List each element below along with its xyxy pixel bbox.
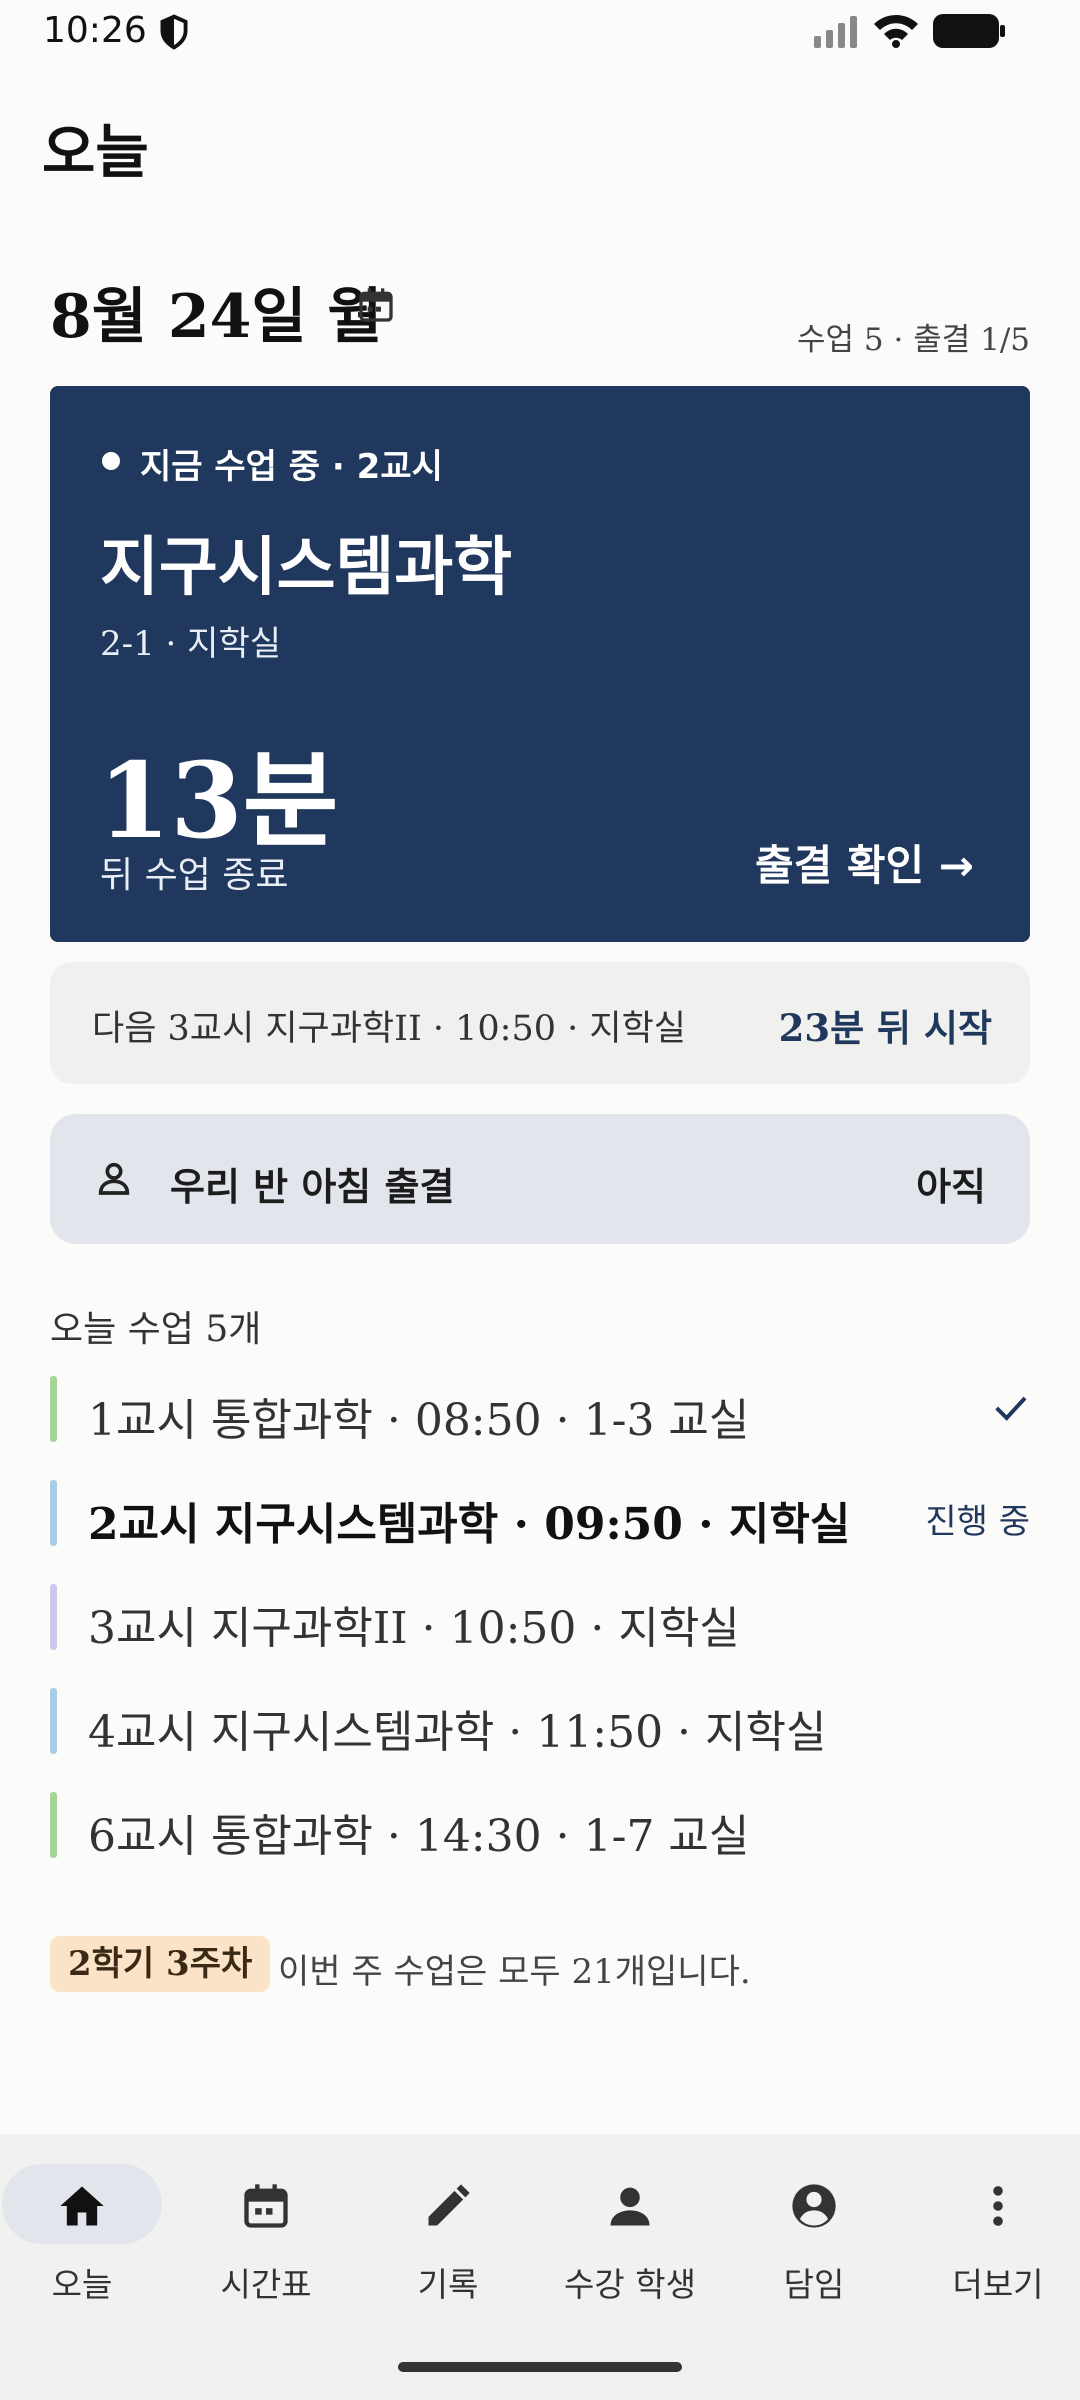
remaining-label: 뒤 수업 종료	[100, 855, 289, 896]
status-time: 10:26	[43, 10, 147, 51]
wifi-icon	[874, 15, 918, 48]
person-icon	[610, 2187, 650, 2226]
schedule-row[interactable]: 4교시 지구시스템과학 · 11:50 · 지학실	[50, 1688, 1030, 1758]
schedule-row[interactable]: 3교시 지구과학II · 10:50 · 지학실	[50, 1584, 1030, 1654]
nav-item-records[interactable]: 기록	[358, 2134, 538, 2334]
nav-item-students[interactable]: 수강 학생	[540, 2134, 720, 2334]
live-dot-icon	[102, 452, 120, 470]
current-class-name: 지구시스템과학	[100, 531, 513, 605]
schedule-row[interactable]: 6교시 통합과학 · 14:30 · 1-7 교실	[50, 1792, 1030, 1862]
nav-item-more[interactable]: 더보기	[908, 2134, 1080, 2334]
bottom-navigation: 오늘 시간표 기록 수강 학생 담임 더보기	[0, 2134, 1080, 2400]
homeroom-status: 아직	[916, 1165, 986, 1209]
period-text: 2교시 지구시스템과학 · 09:50 · 지학실	[88, 1499, 851, 1550]
nav-label: 기록	[417, 2265, 479, 2304]
schedule-row-current[interactable]: 2교시 지구시스템과학 · 09:50 · 지학실 진행 중	[50, 1480, 1030, 1550]
semester-week-badge: 2학기 3주차	[50, 1936, 271, 1992]
nav-label: 담임	[783, 2265, 845, 2304]
in-progress-label: 진행 중	[925, 1502, 1030, 1542]
period-text: 4교시 지구시스템과학 · 11:50 · 지학실	[88, 1707, 827, 1758]
nav-label: 더보기	[952, 2265, 1044, 2304]
week-summary: 이번 주 수업은 모두 21개입니다.	[278, 1952, 751, 1992]
attendance-check-link[interactable]: 출결 확인 →	[755, 832, 974, 893]
pencil-icon	[428, 2184, 470, 2226]
home-indicator[interactable]	[398, 2362, 682, 2372]
person-outline-icon	[98, 1162, 130, 1195]
period-color-bar	[50, 1376, 57, 1442]
period-color-bar	[50, 1688, 57, 1754]
current-class-card[interactable]: 지금 수업 중 · 2교시 지구시스템과학 2-1 · 지학실 13분 뒤 수업…	[50, 386, 1030, 942]
battery-icon	[933, 14, 1005, 48]
calendar-icon	[244, 2184, 288, 2228]
period-color-bar	[50, 1480, 57, 1546]
homeroom-label: 우리 반 아침 출결	[170, 1165, 455, 1209]
current-class-room: 2-1 · 지학실	[100, 624, 282, 664]
period-color-bar	[50, 1584, 57, 1650]
nav-label: 수강 학생	[564, 2265, 696, 2304]
check-icon	[995, 1396, 1027, 1421]
home-icon	[60, 2186, 104, 2226]
next-class-bar[interactable]: 다음 3교시 지구과학II · 10:50 · 지학실 23분 뒤 시작	[50, 962, 1030, 1084]
current-status: 지금 수업 중 · 2교시	[140, 447, 443, 487]
nav-item-timetable[interactable]: 시간표	[176, 2134, 356, 2334]
period-text: 1교시 통합과학 · 08:50 · 1-3 교실	[88, 1395, 750, 1446]
period-color-bar	[50, 1792, 57, 1858]
next-class-start: 23분 뒤 시작	[778, 1006, 992, 1050]
schedule-row[interactable]: 1교시 통합과학 · 08:50 · 1-3 교실	[50, 1376, 1030, 1446]
nav-item-today[interactable]: 오늘	[0, 2134, 172, 2334]
period-text: 6교시 통합과학 · 14:30 · 1-7 교실	[88, 1811, 750, 1862]
more-vertical-icon	[993, 2186, 1003, 2226]
nav-item-homeroom[interactable]: 담임	[724, 2134, 904, 2334]
date-summary: 수업 5 · 출결 1/5	[797, 322, 1030, 358]
page-title: 오늘	[42, 118, 149, 186]
signal-icon	[814, 16, 857, 48]
homeroom-attendance-bar[interactable]: 우리 반 아침 출결 아직	[50, 1114, 1030, 1244]
next-class-text: 다음 3교시 지구과학II · 10:50 · 지학실	[92, 1009, 686, 1049]
shield-icon	[160, 14, 188, 50]
remaining-time: 13분	[98, 739, 339, 862]
calendar-icon[interactable]	[356, 284, 396, 326]
nav-label: 오늘	[51, 2265, 113, 2304]
date-label: 8월 24일 월	[50, 282, 383, 352]
schedule-heading: 오늘 수업 5개	[50, 1309, 262, 1350]
nav-label: 시간표	[220, 2265, 312, 2304]
period-text: 3교시 지구과학II · 10:50 · 지학실	[88, 1603, 740, 1654]
account-circle-icon	[792, 2184, 836, 2228]
